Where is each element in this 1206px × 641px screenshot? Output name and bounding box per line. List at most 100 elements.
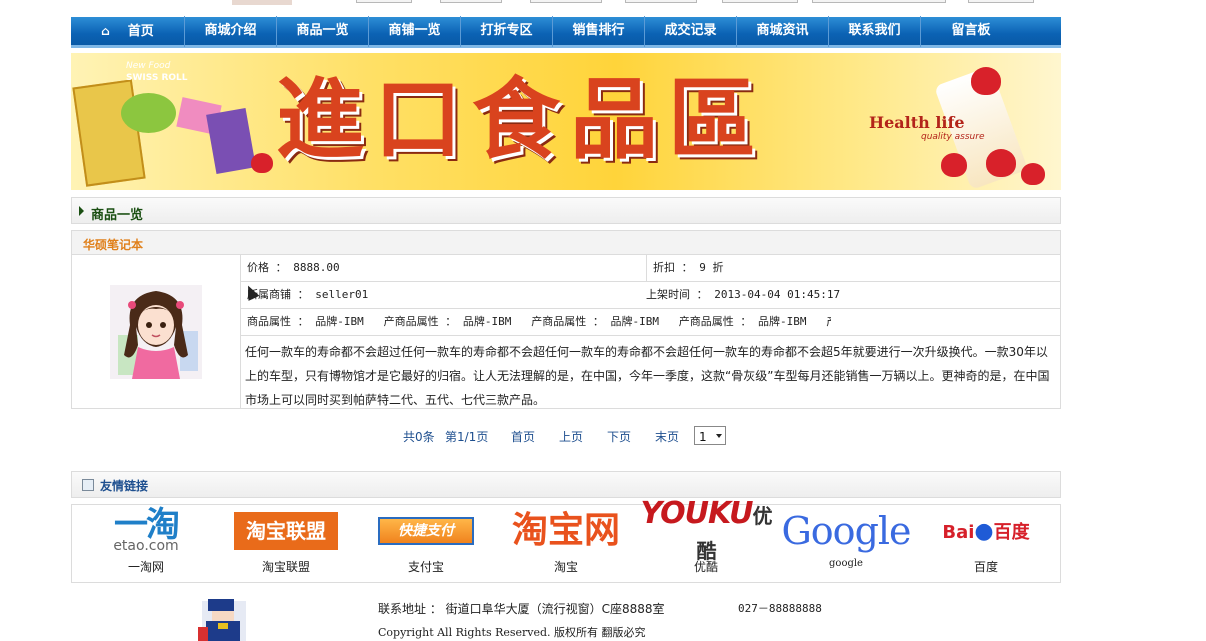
nav-label: 首页 — [127, 23, 154, 39]
friend-links-title: 友情链接 — [100, 479, 149, 493]
triangle-right-icon — [79, 206, 84, 216]
nav-item-shops[interactable]: 商铺一览 — [369, 15, 461, 47]
link-etao[interactable]: 一淘 etao.com 一淘网 — [76, 505, 216, 583]
nav-item-ranking[interactable]: 销售排行 — [553, 15, 645, 47]
strawberry-image — [941, 153, 967, 177]
link-label: 支付宝 — [407, 560, 444, 574]
footer-copyright: Copyright All Rights Reserved. 版权所有 翻版必究 — [378, 626, 646, 639]
strawberry-image — [971, 67, 1001, 95]
link-label: 淘宝联盟 — [261, 560, 310, 574]
link-label: google — [829, 558, 863, 569]
strawberry-image — [986, 149, 1016, 177]
banner-brand-sub: SWISS ROLL — [126, 73, 188, 83]
banner-tagline: Health life — [869, 113, 965, 132]
product-name[interactable]: 华硕笔记本 — [83, 236, 143, 253]
chevron-down-icon — [716, 434, 722, 438]
footer-address: 联系地址 ： 街道口阜华大厦（流行视窗）C座8888室 — [378, 602, 665, 616]
nav-label: 商城资讯 — [756, 22, 809, 38]
link-taobao-union[interactable]: 淘宝联盟 淘宝联盟 — [216, 505, 356, 583]
nav-label: 联系我们 — [848, 22, 901, 38]
top-input-2[interactable] — [440, 0, 502, 3]
friend-links-header: 友情链接 — [71, 471, 1061, 498]
link-alipay[interactable]: 快捷支付 支付宝 — [356, 505, 496, 583]
product-header: 华硕笔记本 — [71, 230, 1061, 255]
footer-phone: 027－88888888 — [738, 602, 822, 615]
banner: New Food SWISS ROLL 進口食品區 Health life qu… — [71, 53, 1061, 190]
pager-first-link[interactable]: 首页 — [511, 428, 535, 445]
banner-subtagline: quality assure — [921, 132, 985, 142]
home-icon: ⌂ — [101, 23, 110, 38]
nav-label: 销售排行 — [572, 22, 625, 38]
price-row: 价格 ： 8888.00 折扣 ： 9 折 — [241, 255, 1060, 282]
strawberry-image — [1021, 163, 1045, 185]
pager-last-link[interactable]: 末页 — [655, 428, 679, 445]
pagination: 共0条 第1/1页 首页 上页 下页 末页 1 — [71, 426, 1061, 446]
taobao-logo: 淘宝网 — [511, 510, 620, 551]
attrs-value: 商品属性 ： 品牌-IBM 产商品属性 ： 品牌-IBM 产商品属性 ： 品牌-… — [247, 315, 831, 328]
nav-label: 成交记录 — [664, 22, 717, 38]
alipay-logo: 快捷支付 — [356, 511, 496, 551]
page-select[interactable]: 1 — [694, 426, 726, 445]
link-label: 优酷 — [693, 560, 718, 574]
avatar-partial — [232, 0, 292, 5]
top-input-5[interactable] — [722, 0, 798, 3]
product-image[interactable] — [110, 285, 202, 379]
top-button[interactable] — [968, 0, 1034, 3]
main-nav: ⌂ 首页 商城介绍 商品一览 商铺一览 打折专区 销售排行 成交记录 商城资讯 联… — [71, 15, 1061, 48]
attrs-row: 商品属性 ： 品牌-IBM 产商品属性 ： 品牌-IBM 产商品属性 ： 品牌-… — [241, 309, 1060, 336]
link-label: 一淘网 — [127, 560, 164, 574]
nav-label: 商品一览 — [296, 22, 349, 38]
baidu-logo: Bai●百度 — [942, 519, 1030, 544]
grapes-image — [121, 93, 176, 133]
link-label: 百度 — [973, 560, 998, 574]
top-input-6[interactable] — [812, 0, 946, 3]
top-input-1[interactable] — [356, 0, 412, 3]
google-logo: Google — [781, 509, 911, 553]
pager-prev-link[interactable]: 上页 — [559, 428, 583, 445]
nav-item-home[interactable]: ⌂ 首页 — [71, 15, 185, 47]
product-detail: 价格 ： 8888.00 折扣 ： 9 折 所属商铺 ： seller01 上架… — [71, 255, 1061, 409]
link-taobao[interactable]: 淘宝网 淘宝 — [496, 505, 636, 583]
price-value: 价格 ： 8888.00 — [247, 261, 340, 274]
police-badge-icon[interactable] — [198, 597, 250, 641]
nav-item-deals[interactable]: 成交记录 — [645, 15, 737, 47]
nav-item-discount[interactable]: 打折专区 — [461, 15, 553, 47]
nav-item-guestbook[interactable]: 留言板 — [921, 16, 1021, 47]
etao-logo: 一淘 etao.com — [113, 505, 180, 554]
banner-title: 進口食品區 — [276, 67, 767, 171]
banner-brand: New Food — [126, 61, 171, 71]
top-input-3[interactable] — [530, 0, 602, 3]
shop-value[interactable]: 所属商铺 ： seller01 — [247, 282, 368, 308]
document-icon — [82, 479, 94, 491]
discount-value: 折扣 ： 9 折 — [646, 255, 724, 281]
youku-logo: YOUKU优酷 — [640, 496, 772, 563]
list-time-value: 上架时间 ： 2013-04-04 01:45:17 — [646, 288, 841, 301]
nav-label: 商城介绍 — [204, 22, 257, 38]
pager-total: 共0条 — [403, 430, 435, 444]
footer: 联系地址 ： 街道口阜华大厦（流行视窗）C座8888室 027－88888888… — [0, 597, 1206, 641]
section-header: 商品一览 — [71, 197, 1061, 224]
nav-item-products[interactable]: 商品一览 — [277, 15, 369, 47]
top-strip — [0, 0, 1206, 16]
section-title: 商品一览 — [91, 208, 144, 223]
nav-label: 留言板 — [951, 22, 991, 38]
link-google[interactable]: Google google — [776, 505, 916, 583]
link-baidu[interactable]: Bai●百度 百度 — [916, 505, 1056, 583]
shop-row: 所属商铺 ： seller01 上架时间 ： 2013-04-04 01:45:… — [241, 282, 1060, 309]
product-image-cell — [72, 255, 241, 408]
top-input-4[interactable] — [625, 0, 697, 3]
nav-label: 商铺一览 — [388, 22, 441, 38]
nav-item-news[interactable]: 商城资讯 — [737, 15, 829, 47]
crackers-image — [206, 107, 256, 175]
nav-label: 打折专区 — [480, 22, 533, 38]
link-label: 淘宝 — [553, 560, 578, 574]
taobao-union-logo: 淘宝联盟 — [216, 511, 356, 551]
page-select-value: 1 — [699, 430, 707, 444]
pager-next-link[interactable]: 下页 — [607, 428, 631, 445]
nav-item-contact[interactable]: 联系我们 — [829, 15, 921, 47]
pager-page: 第1/1页 — [445, 430, 489, 444]
strawberry-image — [251, 153, 273, 173]
friend-links: 一淘 etao.com 一淘网 淘宝联盟 淘宝联盟 快捷支付 支付宝 淘宝网 淘宝… — [71, 496, 1061, 583]
nav-item-about[interactable]: 商城介绍 — [185, 15, 277, 47]
link-youku[interactable]: YOUKU优酷 优酷 — [636, 496, 776, 583]
